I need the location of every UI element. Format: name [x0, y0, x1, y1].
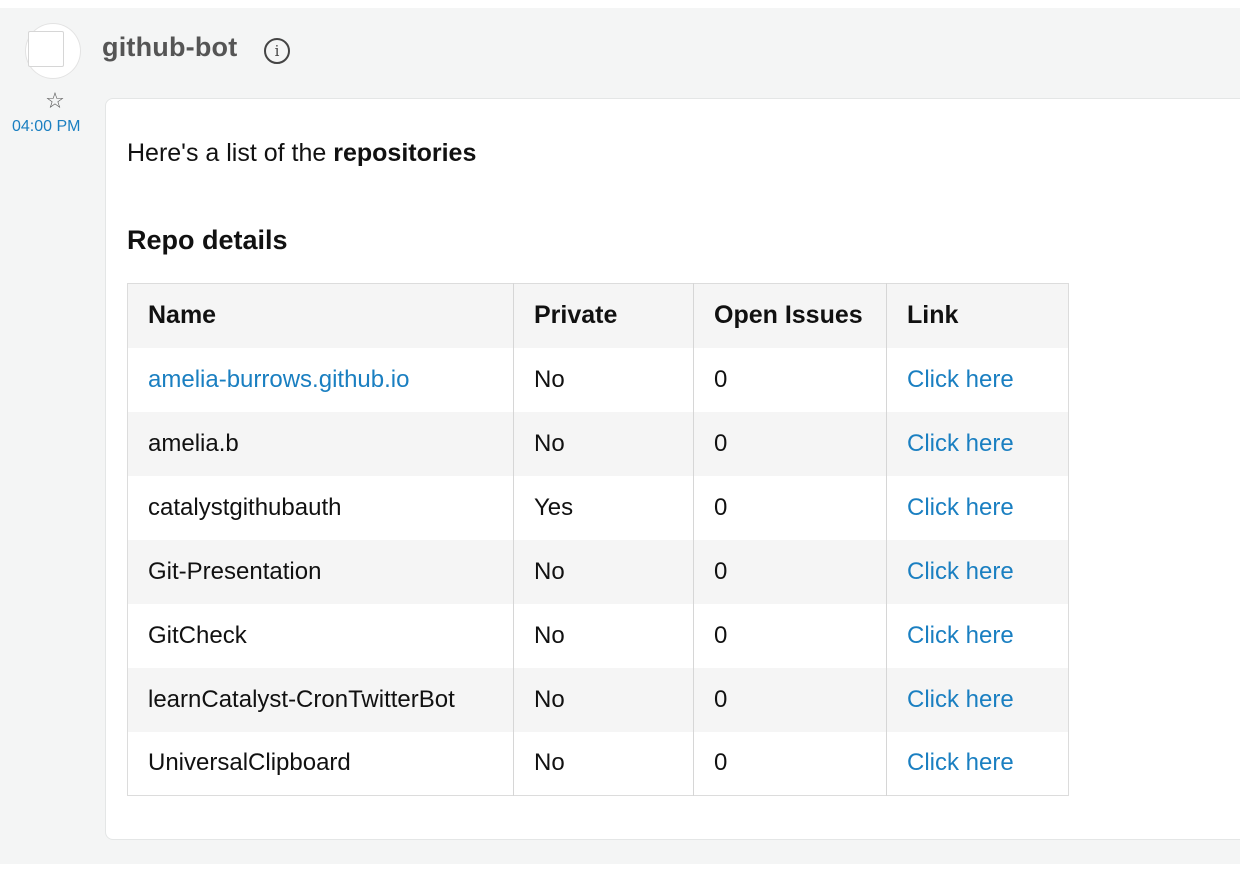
repo-table: Name Private Open Issues Link amelia-bur… [127, 283, 1069, 796]
table-row: catalystgithubauth Yes 0 Click here [127, 475, 1069, 540]
section-title: Repo details [127, 225, 288, 255]
repo-name: catalystgithubauth [127, 475, 514, 540]
repo-open-issues: 0 [693, 475, 887, 540]
header-private: Private [513, 283, 694, 348]
info-icon[interactable]: i [264, 38, 290, 64]
repo-link[interactable]: Click here [886, 603, 1069, 668]
intro-text: Here's a list of the [127, 139, 334, 167]
repo-private: No [513, 539, 694, 604]
repo-open-issues: 0 [693, 731, 887, 796]
table-row: learnCatalyst-CronTwitterBot No 0 Click … [127, 667, 1069, 732]
repo-private: No [513, 603, 694, 668]
repo-link[interactable]: Click here [886, 667, 1069, 732]
repo-name: Git-Presentation [127, 539, 514, 604]
table-row: Git-Presentation No 0 Click here [127, 539, 1069, 604]
repo-private: No [513, 667, 694, 732]
repo-private: No [513, 411, 694, 476]
repo-open-issues: 0 [693, 667, 887, 732]
repo-link[interactable]: Click here [886, 731, 1069, 796]
repo-open-issues: 0 [693, 347, 887, 412]
repo-name: UniversalClipboard [127, 731, 514, 796]
repo-link[interactable]: Click here [886, 347, 1069, 412]
header-open-issues: Open Issues [693, 283, 887, 348]
chat-area: github-bot i ☆ 04:00 PM Here's a list of… [0, 8, 1240, 864]
star-icon[interactable]: ☆ [42, 88, 68, 114]
header-link: Link [886, 283, 1069, 348]
repo-private: No [513, 347, 694, 412]
page: github-bot i ☆ 04:00 PM Here's a list of… [0, 0, 1240, 872]
repo-name-link[interactable]: amelia-burrows.github.io [127, 347, 514, 412]
repo-open-issues: 0 [693, 411, 887, 476]
table-row: amelia-burrows.github.io No 0 Click here [127, 347, 1069, 412]
table-row: amelia.b No 0 Click here [127, 411, 1069, 476]
table-header-row: Name Private Open Issues Link [127, 283, 1069, 348]
repo-name: learnCatalyst-CronTwitterBot [127, 667, 514, 732]
avatar-placeholder-icon [28, 31, 64, 67]
message-intro: Here's a list of the repositories [127, 139, 476, 168]
repo-link[interactable]: Click here [886, 475, 1069, 540]
table-row: GitCheck No 0 Click here [127, 603, 1069, 668]
intro-bold-text: repositories [333, 139, 477, 167]
message-timestamp: 04:00 PM [12, 118, 81, 135]
header-name: Name [127, 283, 514, 348]
repo-open-issues: 0 [693, 603, 887, 668]
repo-name: amelia.b [127, 411, 514, 476]
repo-open-issues: 0 [693, 539, 887, 604]
avatar[interactable] [26, 24, 80, 78]
repo-link[interactable]: Click here [886, 411, 1069, 476]
repo-link[interactable]: Click here [886, 539, 1069, 604]
sender-name[interactable]: github-bot [102, 32, 237, 63]
repo-private: Yes [513, 475, 694, 540]
repo-name: GitCheck [127, 603, 514, 668]
message-card: Here's a list of the repositories Repo d… [105, 98, 1240, 840]
repo-private: No [513, 731, 694, 796]
table-row: UniversalClipboard No 0 Click here [127, 731, 1069, 796]
